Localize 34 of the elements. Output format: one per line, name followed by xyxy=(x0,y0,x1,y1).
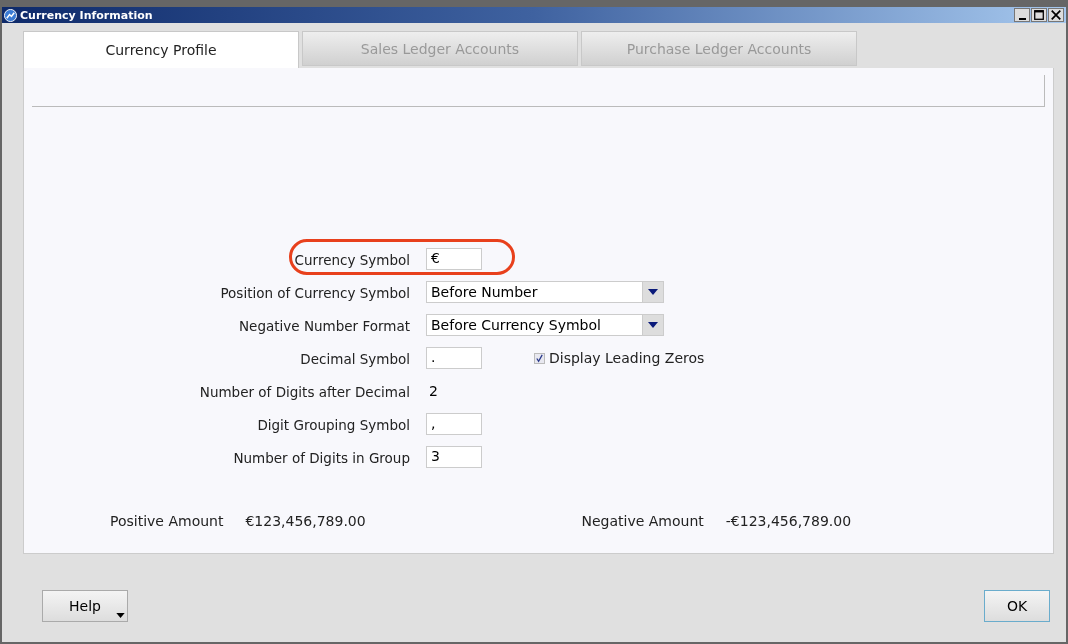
field-label: Digit Grouping Symbol xyxy=(257,416,410,433)
ok-button[interactable]: OK xyxy=(984,590,1050,622)
text-field[interactable]: . xyxy=(426,347,482,369)
caret-icon xyxy=(648,322,658,328)
field-label: Number of Digits in Group xyxy=(233,449,410,466)
close-button[interactable] xyxy=(1048,8,1064,22)
amount-value: €123,456,789.00 xyxy=(245,513,366,529)
text-field[interactable]: € xyxy=(426,248,482,270)
minimize-icon xyxy=(1018,17,1026,20)
dropdown[interactable]: Before Number xyxy=(426,281,664,303)
field-label: Number of Digits after Decimal xyxy=(199,383,410,400)
field-label: Position of Currency Symbol xyxy=(220,284,410,301)
window-title: Currency Information xyxy=(20,8,153,22)
checkbox[interactable] xyxy=(534,352,545,364)
maximize-icon xyxy=(1033,9,1045,21)
minimize-button[interactable] xyxy=(1014,8,1030,22)
field-label: Currency Symbol xyxy=(294,251,410,268)
help-button[interactable]: Help xyxy=(42,590,128,622)
app-icon xyxy=(4,8,17,22)
text-field[interactable]: 3 xyxy=(426,446,482,468)
caret-icon xyxy=(116,613,125,618)
field-label: Negative Number Format xyxy=(239,317,410,334)
checkbox-label: Display Leading Zeros xyxy=(549,350,705,366)
maximize-button[interactable] xyxy=(1031,8,1047,22)
close-icon xyxy=(1050,9,1062,21)
amount-label: Negative Amount xyxy=(581,513,704,529)
amount-label: Positive Amount xyxy=(110,513,224,529)
field-value: 2 xyxy=(428,383,438,399)
amount-value: -€123,456,789.00 xyxy=(725,513,852,529)
tab[interactable]: Currency Profile xyxy=(23,31,299,68)
dropdown[interactable]: Before Currency Symbol xyxy=(426,314,664,336)
field-label: Decimal Symbol xyxy=(300,350,410,367)
caret-icon xyxy=(648,289,658,295)
text-field[interactable]: , xyxy=(426,413,482,435)
